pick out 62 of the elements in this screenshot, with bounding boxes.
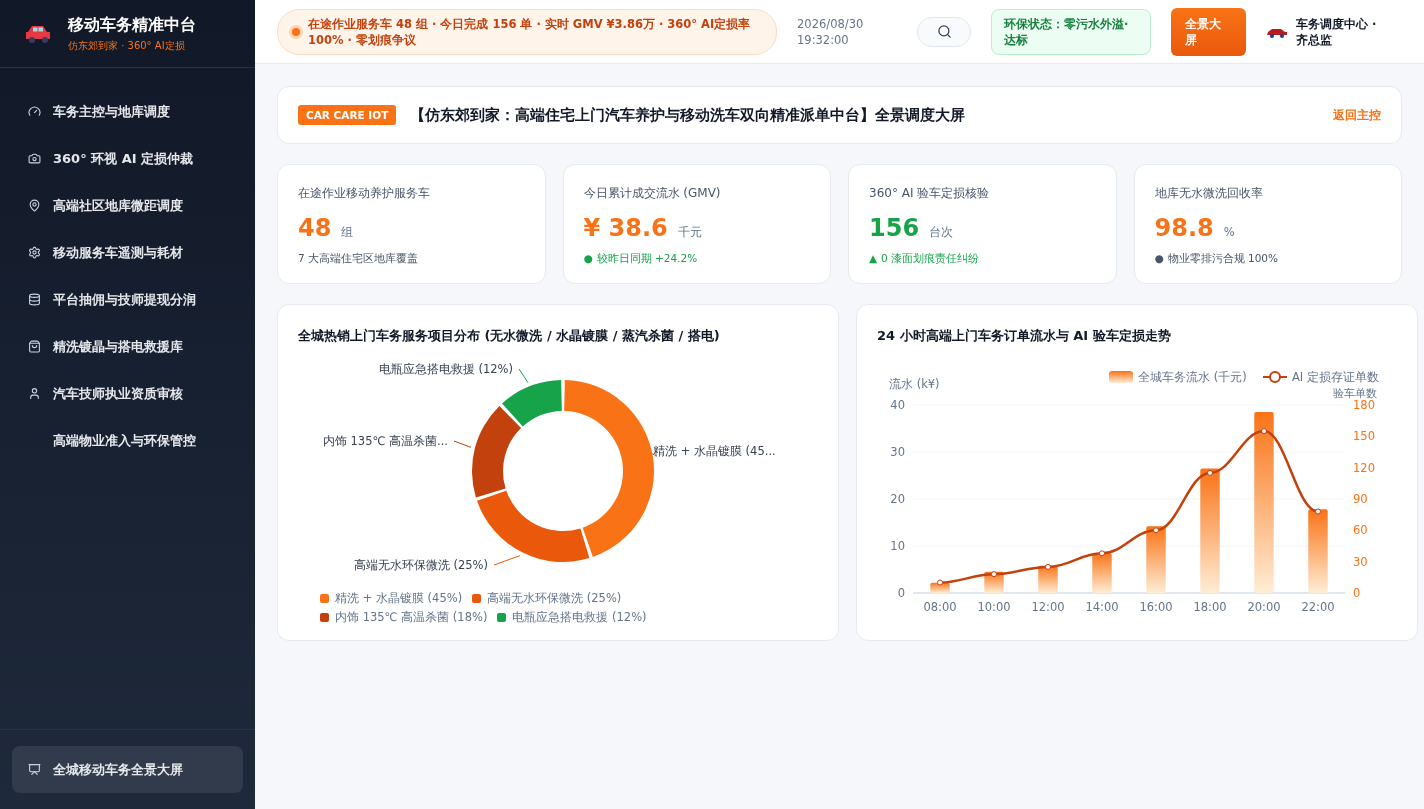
axis-tick: 40 xyxy=(890,398,905,412)
eco-status-badge: 环保状态：零污水外溢·达标 xyxy=(991,8,1151,55)
stat-unit: 台次 xyxy=(929,225,954,240)
axis-tick: 22:00 xyxy=(1301,600,1335,614)
legend-item: 高端无水环保微洗 (25%) xyxy=(472,591,622,606)
axis-tick: 120 xyxy=(1353,460,1375,475)
note-marker: ▲ xyxy=(869,252,878,266)
axis-tick: 20 xyxy=(890,492,905,506)
axis-tick: 90 xyxy=(1353,492,1368,506)
legend-label: 全城车务流水 (千元) xyxy=(1138,370,1247,384)
note-marker: ● xyxy=(583,252,593,266)
stat-unit: 组 xyxy=(341,225,354,240)
user-name: 车务调度中心 · 齐总监 xyxy=(1296,15,1378,48)
legend-item: 电瓶应急搭电救援 (12%) xyxy=(497,610,647,625)
slice-label: 精洗 + 水晶镀膜 (45... xyxy=(653,444,776,458)
stat-note: 物业零排污合规 100% xyxy=(1167,252,1279,266)
axis-tick: 10:00 xyxy=(977,600,1011,614)
axis-tick: 180 xyxy=(1353,398,1375,412)
slice-label: 高端无水环保微洗 (25%) xyxy=(353,558,488,572)
axis-tick: 08:00 xyxy=(923,600,957,614)
axis-tick: 20:00 xyxy=(1247,600,1281,614)
axis-tick: 60 xyxy=(1353,523,1368,538)
axis-tick: 30 xyxy=(890,445,905,459)
legend-label: AI 定损存证单数 xyxy=(1292,370,1379,384)
axis-title: 流水 (k¥) xyxy=(889,377,940,391)
stat-note: 7 大高端住宅区地库覆盖 xyxy=(298,252,419,266)
axis-tick: 0 xyxy=(897,586,905,600)
stat-label: 在途作业移动养护服务车 xyxy=(298,185,431,202)
stat-unit: 千元 xyxy=(677,225,702,240)
ticker-text: 在途作业服务车 48 组 · 今日完成 156 单 · 实时 GMV ¥3.86万 · 360° AI定损率 100% · 零划痕争议 xyxy=(308,15,752,48)
time-text: 19:32:00 xyxy=(797,31,850,48)
stat-label: 360° AI 验车定损核验 xyxy=(869,185,991,202)
stat-value: 156 xyxy=(869,214,920,242)
stat-value: 48 xyxy=(298,214,332,242)
axis-tick: 10 xyxy=(890,539,905,553)
axis-tick: 16:00 xyxy=(1139,600,1173,614)
note-marker: ● xyxy=(1154,252,1164,266)
axis-tick: 14:00 xyxy=(1085,600,1119,614)
axis-tick: 0 xyxy=(1353,586,1361,600)
page-title: 【仿东郊到家：高端住宅上门汽车养护与移动洗车双向精准派单中台】全景调度大屏 xyxy=(410,105,967,125)
axis-title: 验车单数 xyxy=(1333,387,1377,400)
axis-tick: 18:00 xyxy=(1193,600,1227,614)
brand-title: 移动车务精准中台 xyxy=(68,14,196,36)
stat-value: ¥ 38.6 xyxy=(583,214,668,242)
axis-tick: 12:00 xyxy=(1031,600,1065,614)
axis-tick: 150 xyxy=(1353,429,1375,444)
stat-note: 0 漆面划痕责任纠纷 xyxy=(881,252,980,266)
chart-title: 全城热销上门车务服务项目分布 (无水微洗 / 水晶镀膜 / 蒸汽杀菌 / 搭电) xyxy=(298,327,721,345)
legend-item: 精洗 + 水晶镀膜 (45%) xyxy=(320,591,463,606)
date-text: 2026/08/30 xyxy=(797,15,865,32)
axis-tick: 30 xyxy=(1353,554,1368,569)
brand-subtitle: 仿东郊到家 · 360° AI定损 xyxy=(68,38,186,53)
stat-label: 今日累计成交流水 (GMV) xyxy=(583,185,722,202)
chart-title: 24 小时高端上门车务订单流水与 AI 验车定损走势 xyxy=(877,327,1172,345)
stat-value: 98.8 xyxy=(1154,214,1214,242)
slice-label: 内饰 135℃ 高温杀菌... xyxy=(322,434,448,448)
tag-label: CAR CARE IOT xyxy=(298,105,397,125)
stat-unit: % xyxy=(1223,225,1235,239)
stat-note: 较昨日同期 +24.2% xyxy=(596,252,698,266)
legend-item: 内饰 135℃ 高温杀菌 (18%) xyxy=(320,610,488,625)
stat-label: 地库无水微洗回收率 xyxy=(1154,185,1264,202)
slice-label: 电瓶应急搭电救援 (12%) xyxy=(378,362,513,376)
